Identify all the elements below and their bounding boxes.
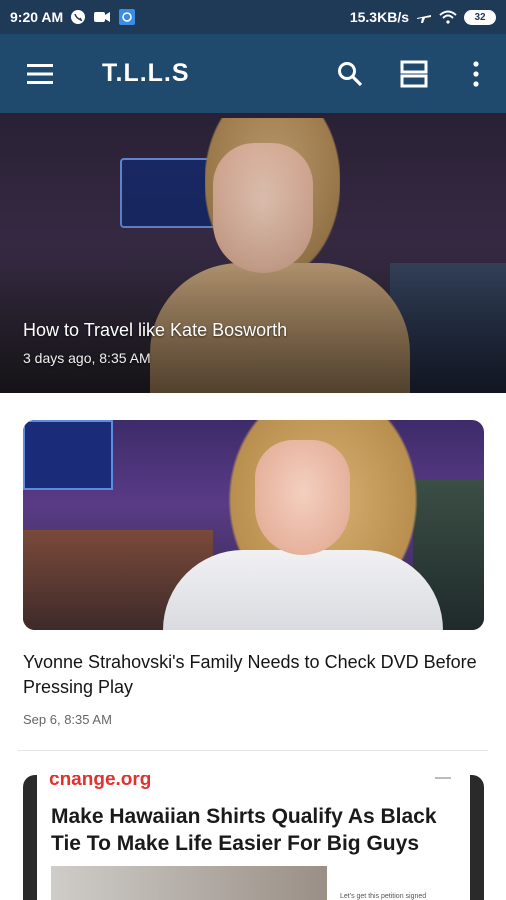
wifi-icon	[439, 10, 457, 24]
article-image-note: Let's get this petition signed	[340, 893, 427, 900]
hero-timestamp: 3 days ago, 8:35 AM	[23, 350, 151, 366]
article-image: change.org Make Hawaiian Shirts Qualify …	[23, 775, 484, 900]
article-image	[23, 420, 484, 630]
app-title: T.L.L.S	[102, 59, 190, 87]
status-time: 9:20 AM	[10, 9, 64, 25]
net-speed: 15.3KB/s	[349, 9, 409, 25]
article-image-brand: change.org	[49, 775, 152, 790]
article-image-page: change.org Make Hawaiian Shirts Qualify …	[37, 775, 470, 900]
battery-icon: 32	[464, 9, 496, 25]
status-left: 9:20 AM	[10, 8, 136, 26]
status-right: 15.3KB/s 32	[350, 9, 496, 25]
article-card[interactable]: change.org Make Hawaiian Shirts Qualify …	[0, 752, 506, 900]
article-timestamp: Sep 6, 8:35 AM	[23, 712, 112, 727]
more-vert-icon	[473, 60, 479, 87]
airplane-icon	[416, 9, 432, 25]
view-toggle-icon	[400, 60, 428, 87]
status-bar: 9:20 AM 15.3KB/s 32	[0, 0, 506, 34]
search-button[interactable]	[318, 34, 382, 113]
hero-article[interactable]: How to Travel like Kate Bosworth 3 days …	[0, 113, 506, 393]
more-options-button[interactable]	[446, 34, 506, 113]
article-image-face	[255, 440, 350, 555]
article-image-jacket	[163, 550, 443, 630]
menu-button[interactable]	[0, 34, 80, 113]
app-actions	[318, 34, 506, 113]
article-image-photo	[51, 866, 327, 900]
article-image-headline: Make Hawaiian Shirts Qualify As Black Ti…	[51, 805, 437, 855]
article-title: Yvonne Strahovski's Family Needs to Chec…	[23, 652, 477, 697]
divider	[18, 750, 488, 751]
article-image-sign	[23, 420, 113, 490]
video-icon	[93, 10, 111, 24]
search-icon	[338, 61, 363, 86]
battery-level: 32	[474, 11, 486, 23]
app-icon	[118, 8, 136, 26]
app-bar: T.L.L.S	[0, 34, 506, 113]
menu-icon	[27, 63, 53, 84]
view-toggle-button[interactable]	[382, 34, 446, 113]
article-image-menu-icon	[435, 777, 451, 779]
article-card[interactable]: Yvonne Strahovski's Family Needs to Chec…	[0, 393, 506, 751]
whatsapp-icon	[70, 9, 86, 25]
hero-title: How to Travel like Kate Bosworth	[23, 320, 288, 340]
